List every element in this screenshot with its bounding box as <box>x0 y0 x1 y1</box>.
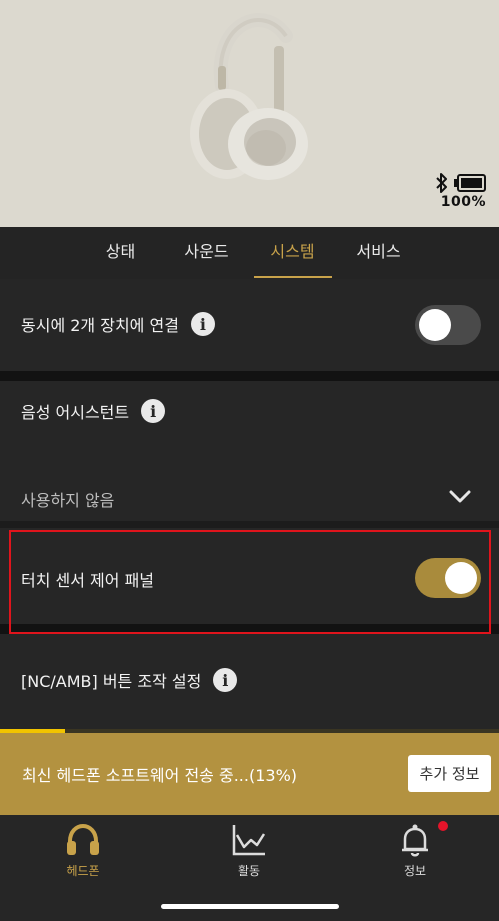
nav-headphones[interactable]: 헤드폰 <box>33 823 133 879</box>
nc-amb-label: [NC/AMB] 버튼 조작 설정 <box>21 672 202 691</box>
nc-amb-setting: [NC/AMB] 버튼 조작 설정 i <box>0 634 499 729</box>
bell-icon <box>402 824 428 857</box>
highlight-box <box>9 530 491 634</box>
update-banner: 최신 헤드폰 소프트웨어 전송 중...(13%) 추가 정보 <box>0 733 499 815</box>
tab-status[interactable]: 상태 <box>78 227 164 279</box>
bluetooth-icon <box>436 173 447 193</box>
info-icon[interactable]: i <box>213 668 238 692</box>
multipoint-toggle[interactable] <box>415 305 481 345</box>
battery-percent: 100% <box>440 194 486 210</box>
voice-assistant-setting: 음성 어시스턴트 i 사용하지 않음 <box>0 381 499 521</box>
tab-sound[interactable]: 사운드 <box>164 227 250 279</box>
headphones-icon <box>67 823 99 855</box>
voice-assistant-select[interactable]: 사용하지 않음 <box>0 477 499 517</box>
multipoint-label: 동시에 2개 장치에 연결 <box>21 316 179 335</box>
update-status-text: 최신 헤드폰 소프트웨어 전송 중...(13%) <box>22 766 298 785</box>
tab-bar: 상태 사운드 시스템 서비스 <box>0 227 499 279</box>
nav-headphones-label: 헤드폰 <box>66 864 100 878</box>
battery-icon <box>454 174 486 192</box>
tab-service[interactable]: 서비스 <box>336 227 422 279</box>
nav-activity[interactable]: 활동 <box>199 823 299 879</box>
voice-assistant-value: 사용하지 않음 <box>21 491 115 510</box>
headphones-product-image <box>190 13 308 180</box>
more-info-button[interactable]: 추가 정보 <box>408 755 491 792</box>
multipoint-setting: 동시에 2개 장치에 연결 i <box>0 279 499 371</box>
activity-chart-icon <box>232 825 266 856</box>
chevron-down-icon <box>449 490 471 503</box>
info-icon[interactable]: i <box>190 312 215 336</box>
toggle-knob <box>419 309 451 341</box>
nav-info-label: 정보 <box>403 864 427 878</box>
section-divider <box>0 371 499 381</box>
home-indicator <box>161 904 339 909</box>
tab-system[interactable]: 시스템 <box>250 227 336 279</box>
connection-status: 100% <box>436 172 486 210</box>
device-image-area: 100% <box>0 0 499 227</box>
nav-activity-label: 활동 <box>237 864 261 878</box>
notification-badge <box>438 821 448 831</box>
nav-info[interactable]: 정보 <box>365 823 465 879</box>
info-icon[interactable]: i <box>141 399 166 423</box>
voice-assistant-label: 음성 어시스턴트 <box>21 403 130 422</box>
